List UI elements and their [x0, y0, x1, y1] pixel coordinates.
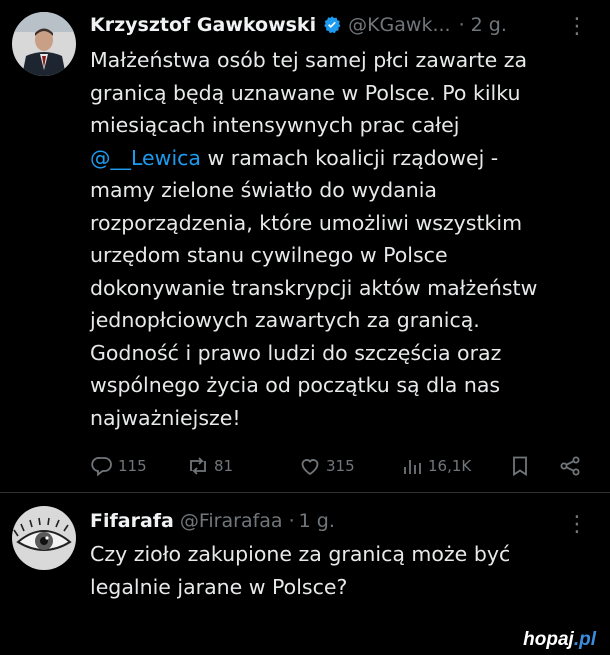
tweet-text: Małżeństwa osób tej samej płci zawarte z…: [90, 44, 590, 434]
watermark-logo: hopaj.pl: [523, 629, 596, 651]
reply-timestamp[interactable]: 1 g.: [299, 510, 335, 532]
share-icon: [560, 456, 580, 476]
bookmark-button[interactable]: [508, 454, 536, 478]
tweet-line-segment: w ramach koalicji rządowej -: [200, 145, 499, 170]
tweet-line: Godność i prawo ludzi do szczęścia oraz: [90, 340, 502, 365]
tweet-line: Małżeństwa osób tej samej płci zawarte z…: [90, 48, 528, 72]
tweet-line: urzędom stanu cywilnego w Polsce: [90, 243, 448, 267]
tweet-line: granicą będą uznawane w Polsce. Po kilku: [90, 80, 521, 105]
reply-icon: [91, 457, 112, 477]
like-count: 315: [326, 457, 355, 475]
retweet-icon: [190, 457, 206, 475]
like-button[interactable]: 315: [298, 454, 355, 478]
reply-line: legalnie jarane w Polsce?: [90, 574, 348, 599]
tweet-line: wspólnego życia od początku są dla nas: [90, 373, 501, 397]
retweet-button[interactable]: 81: [186, 454, 233, 478]
tweet-line: najważniejsze!: [90, 405, 241, 430]
share-button[interactable]: [558, 454, 586, 478]
views-chart-icon: [404, 460, 421, 474]
bookmark-icon: [513, 456, 527, 477]
reply-count: 115: [118, 457, 147, 475]
tweet-line: mamy zielone światło do wydania: [90, 178, 437, 202]
watermark-tld: pl: [579, 629, 596, 650]
reply-more-options-icon[interactable]: ⋮: [566, 512, 588, 537]
mention-link[interactable]: @__Lewica: [90, 146, 201, 170]
reply-text: Czy zioło zakupione za granicą może być …: [90, 538, 590, 603]
author-handle[interactable]: @KGawk...: [348, 14, 451, 36]
reply-author-avatar[interactable]: [12, 506, 76, 570]
tweet-main[interactable]: Krzysztof Gawkowski @KGawk... · 2 g. ⋮ M…: [0, 0, 610, 492]
tweet-line: dokonywanie transkrypcji aktów małżeństw: [90, 275, 538, 300]
tweet-reply[interactable]: Fifarafa @Firarafaa · 1 g. ⋮ Czy zioło z…: [0, 492, 610, 623]
reply-line: Czy zioło zakupione za granicą może być: [90, 542, 511, 566]
action-bar: 115 81 315 16,1K: [90, 454, 592, 480]
timestamp[interactable]: 2 g.: [471, 14, 507, 36]
tweet-line: miesiącach intensywnych prac całej: [90, 113, 460, 137]
watermark-footer: hopaj.pl: [0, 623, 610, 655]
tweet-header: Krzysztof Gawkowski @KGawk... · 2 g.: [90, 14, 610, 36]
views-count: 16,1K: [428, 457, 472, 475]
tweet-line-mention: @__Lewica w ramach koalicji rządowej -: [90, 142, 590, 175]
watermark-main: hopaj: [523, 629, 574, 650]
views-button[interactable]: 16,1K: [400, 454, 471, 478]
verified-badge-icon: [322, 15, 342, 35]
tweet-line: rozporządzenia, które umożliwi wszystkim: [90, 210, 523, 235]
reply-button[interactable]: 115: [90, 454, 147, 478]
author-name[interactable]: Krzysztof Gawkowski: [90, 14, 316, 36]
separator-dot: ·: [288, 510, 295, 532]
author-avatar[interactable]: [12, 12, 76, 76]
tweet-line: jednopłciowych zawartych za granicą.: [90, 308, 480, 332]
reply-header: Fifarafa @Firarafaa · 1 g.: [90, 510, 610, 532]
heart-icon: [301, 459, 319, 476]
reply-author-name[interactable]: Fifarafa: [90, 510, 174, 532]
reply-author-handle[interactable]: @Firarafaa: [180, 510, 283, 532]
separator-dot: ·: [458, 14, 465, 36]
more-options-icon[interactable]: ⋮: [566, 14, 588, 39]
retweet-count: 81: [214, 457, 234, 475]
